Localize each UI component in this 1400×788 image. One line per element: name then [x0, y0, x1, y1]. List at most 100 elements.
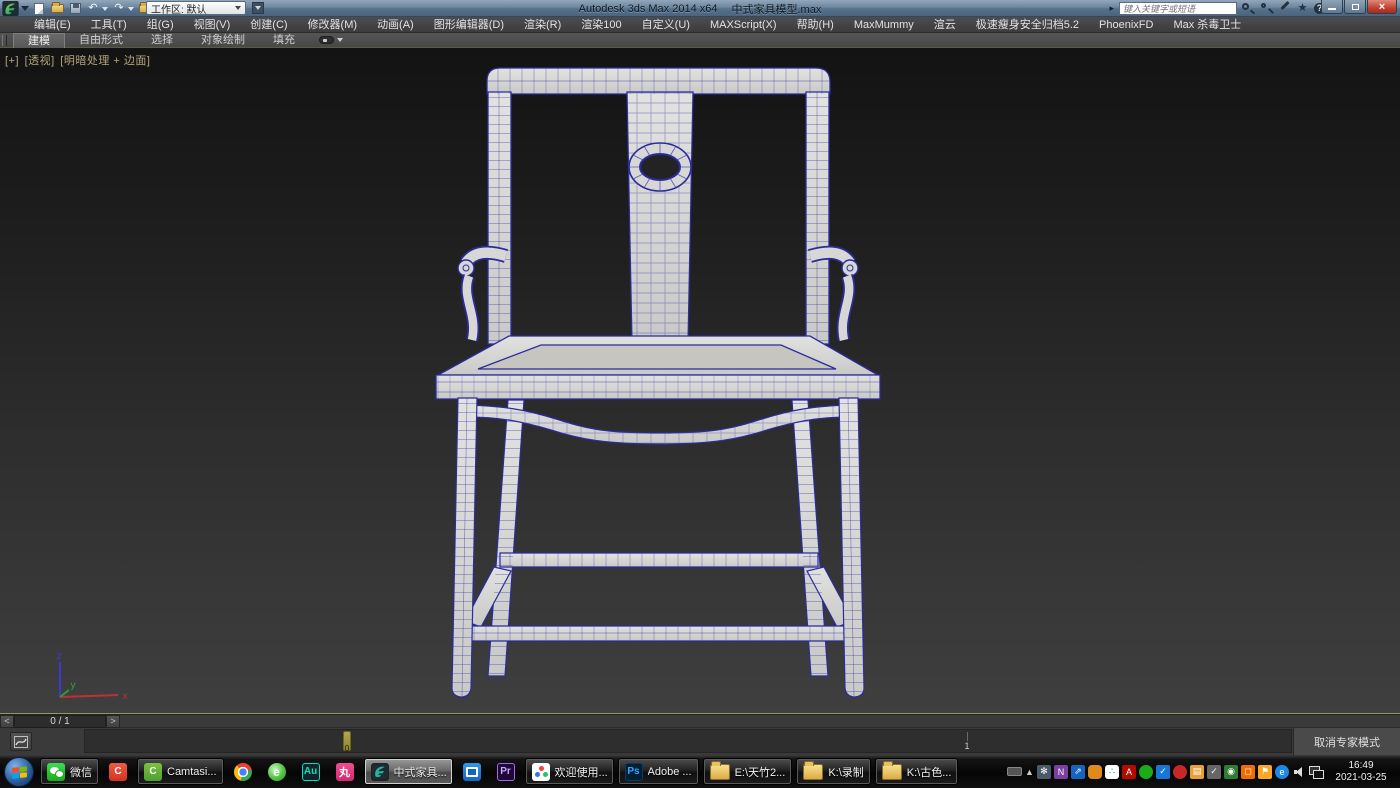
volume-tray-icon[interactable]: [1292, 765, 1306, 779]
document-title: 中式家具模型.max: [731, 1, 821, 17]
undo-dropdown-caret[interactable]: [102, 7, 108, 11]
taskbar-folder-luzhi[interactable]: K:\录制: [796, 758, 870, 785]
menu-graph-editors[interactable]: 图形编辑器(D): [424, 17, 514, 33]
cancel-expert-mode-button[interactable]: 取消专家模式: [1310, 732, 1384, 752]
clock-time: 16:49: [1328, 760, 1394, 772]
chair-wireframe-model[interactable]: [0, 48, 1400, 714]
taskbar-premiere[interactable]: Pr: [491, 758, 521, 785]
open-file-icon[interactable]: [50, 2, 64, 15]
ribbon-toggle-caret-icon: [337, 38, 343, 42]
close-button[interactable]: ×: [1367, 0, 1397, 14]
taskbar-render-cloud[interactable]: 欢迎使用...: [525, 758, 614, 785]
cloud-app-tray-icon[interactable]: ∴: [1105, 765, 1119, 779]
menu-views[interactable]: 视图(V): [184, 17, 241, 33]
input-method-tray-icon[interactable]: N: [1054, 765, 1068, 779]
photoshop-icon: Ps: [625, 763, 643, 781]
frame-counter[interactable]: 0 / 1: [14, 715, 106, 728]
taskbar-3dsmax-active[interactable]: 中式家具...: [364, 758, 453, 785]
menu-xuanyun[interactable]: 渲云: [924, 17, 966, 33]
taskbar-360-browser[interactable]: e: [262, 758, 292, 785]
status-panel: 取消专家模式: [1293, 728, 1400, 755]
menu-archive[interactable]: 极速瘦身安全归档5.2: [966, 17, 1089, 33]
menu-tools[interactable]: 工具(T): [81, 17, 137, 33]
ribbon-minimize-toggle[interactable]: [319, 36, 343, 44]
menu-phoenixfd[interactable]: PhoenixFD: [1089, 17, 1163, 33]
restore-button[interactable]: [1344, 0, 1366, 14]
window-title: Autodesk 3ds Max 2014 x64 中式家具模型.max: [480, 0, 920, 17]
wechat-tray-icon[interactable]: [1139, 765, 1153, 779]
mini-curve-editor-button[interactable]: [10, 732, 32, 751]
tab-populate[interactable]: 填充: [259, 33, 309, 48]
search-input[interactable]: [1119, 2, 1237, 15]
tab-freeform[interactable]: 自由形式: [65, 33, 137, 48]
security-shield-tray-icon[interactable]: ✓: [1156, 765, 1170, 779]
taskbar-folder-tianzhu[interactable]: E:\天竹2...: [703, 758, 793, 785]
minimize-button[interactable]: [1321, 0, 1343, 14]
redo-dropdown-caret[interactable]: [128, 7, 134, 11]
taskbar-clock[interactable]: 16:49 2021-03-25: [1326, 760, 1396, 784]
track-bar[interactable]: 0 1: [84, 729, 1292, 753]
menu-antivirus[interactable]: Max 杀毒卫士: [1163, 17, 1251, 33]
clock-date: 2021-03-25: [1328, 772, 1394, 784]
antivirus-tray-icon[interactable]: [1173, 765, 1187, 779]
menu-rendering[interactable]: 渲染(R): [514, 17, 571, 33]
menu-modifiers[interactable]: 修改器(M): [298, 17, 368, 33]
camtasia-icon: C: [144, 763, 162, 781]
menu-group[interactable]: 组(G): [137, 17, 184, 33]
sync-arrows-tray-icon[interactable]: ⇗: [1071, 765, 1085, 779]
network-tray-icon[interactable]: [1309, 765, 1323, 779]
taskbar-camtasia-recorder[interactable]: C: [103, 758, 133, 785]
browser-e-tray-icon[interactable]: e: [1275, 765, 1289, 779]
start-button[interactable]: [4, 757, 34, 787]
previous-frame-button[interactable]: <: [0, 715, 14, 728]
qat-overflow-button[interactable]: [252, 2, 264, 14]
archive-folder-tray-icon[interactable]: ▤: [1190, 765, 1204, 779]
search-icon[interactable]: [1242, 2, 1255, 15]
audition-icon: Au: [302, 763, 320, 781]
graphics-settings-tray-icon[interactable]: ◉: [1224, 765, 1238, 779]
ribbon-grip-handle[interactable]: [2, 35, 7, 46]
tab-selection[interactable]: 选择: [137, 33, 187, 48]
menu-create[interactable]: 创建(C): [240, 17, 297, 33]
menu-maxmummy[interactable]: MaxMummy: [844, 17, 924, 33]
redo-icon[interactable]: ↷: [112, 2, 126, 15]
taskbar-audition[interactable]: Au: [296, 758, 326, 785]
menu-edit[interactable]: 编辑(E): [24, 17, 81, 33]
taskbar-wechat[interactable]: 微信: [40, 758, 99, 785]
taskbar-chrome[interactable]: [228, 758, 258, 785]
3dsmax-logo-button[interactable]: [2, 1, 19, 16]
logo-dropdown-caret[interactable]: [21, 6, 29, 11]
perspective-viewport[interactable]: [+] [透视] [明暗处理 + 边面]: [0, 48, 1400, 714]
menu-maxscript[interactable]: MAXScript(X): [700, 17, 787, 33]
menu-help[interactable]: 帮助(H): [787, 17, 844, 33]
tab-object-paint[interactable]: 对象绘制: [187, 33, 259, 48]
save-file-icon[interactable]: [68, 2, 82, 15]
taskbar-wan-app[interactable]: 丸: [330, 758, 360, 785]
capsule-tray-icon[interactable]: [1088, 765, 1102, 779]
windows-logo-icon: [12, 766, 28, 780]
taskbar-folder-guse[interactable]: K:\古色...: [875, 758, 959, 785]
pdf-reader-tray-icon[interactable]: A: [1122, 765, 1136, 779]
time-slider-handle[interactable]: 0: [343, 731, 351, 751]
pinwheel-tray-icon[interactable]: ✻: [1037, 765, 1051, 779]
workspace-selector[interactable]: 工作区: 默认: [146, 1, 246, 15]
menu-animation[interactable]: 动画(A): [367, 17, 424, 33]
usb-device-tray-icon[interactable]: ✓: [1207, 765, 1221, 779]
taskbar-video-app[interactable]: [457, 758, 487, 785]
infocenter-collapse-icon[interactable]: ▸: [1109, 3, 1114, 14]
screenshot-tray-icon[interactable]: ◻: [1241, 765, 1255, 779]
communication-pencil-icon[interactable]: [1278, 2, 1291, 15]
taskbar-photoshop[interactable]: Ps Adobe ...: [618, 758, 699, 785]
favorites-star-icon[interactable]: ★: [1296, 2, 1309, 15]
menu-customize[interactable]: 自定义(U): [632, 17, 700, 33]
tab-modeling[interactable]: 建模: [13, 33, 65, 48]
firewall-tray-icon[interactable]: ⚑: [1258, 765, 1272, 779]
sign-in-key-icon[interactable]: [1260, 2, 1273, 15]
new-file-icon[interactable]: [32, 2, 46, 15]
next-frame-button[interactable]: >: [106, 715, 120, 728]
undo-icon[interactable]: ↶: [86, 2, 100, 15]
show-hidden-icons[interactable]: ▲: [1025, 765, 1034, 779]
keyboard-tray-icon[interactable]: [1007, 767, 1022, 776]
menu-render100[interactable]: 渲染100: [571, 17, 631, 33]
taskbar-camtasia[interactable]: C Camtasi...: [137, 758, 224, 785]
